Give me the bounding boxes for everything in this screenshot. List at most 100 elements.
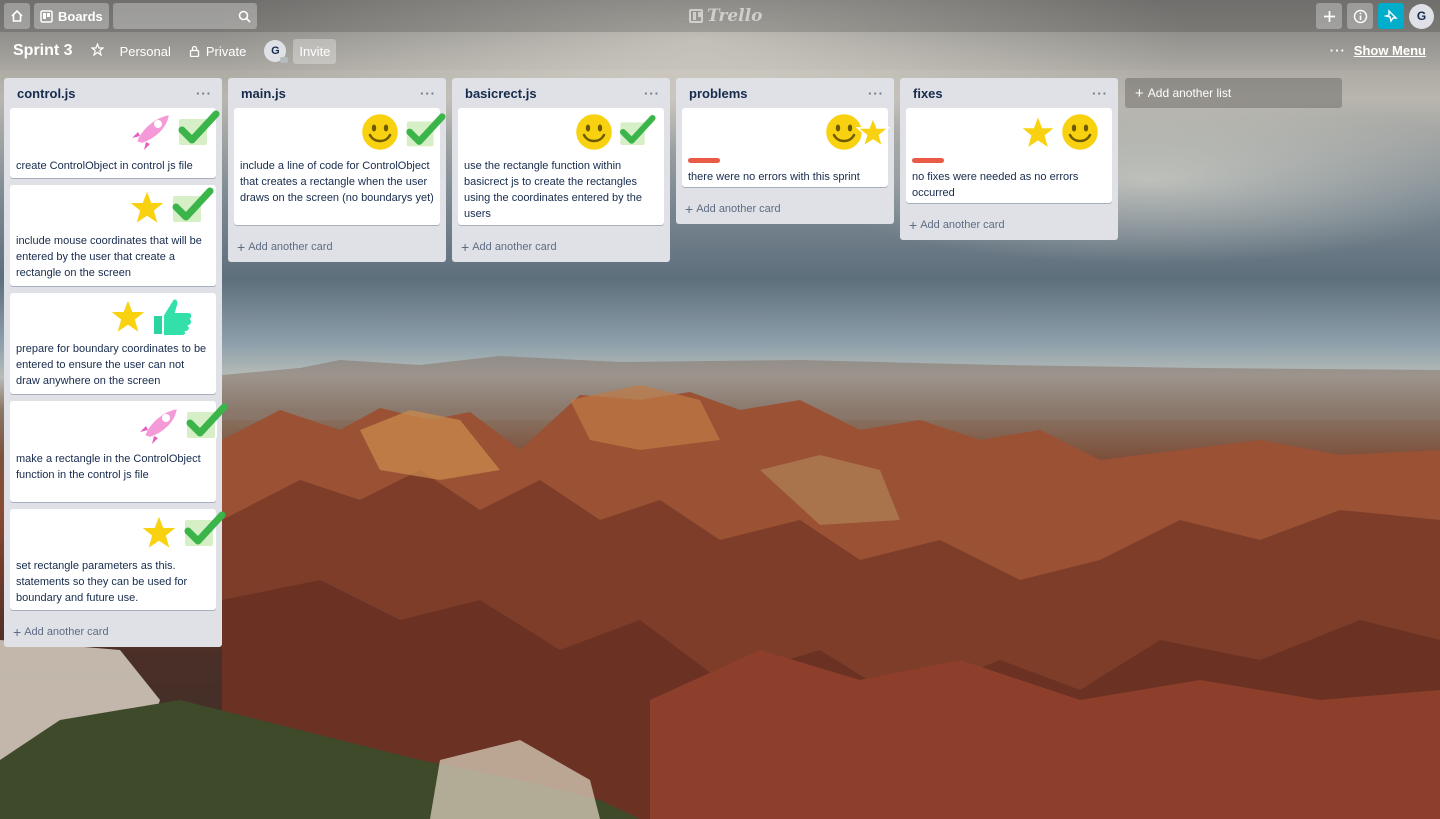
check-icon xyxy=(183,511,226,548)
add-card-button[interactable]: + Add another card xyxy=(10,617,216,647)
list-basicrect-js: basicrect.js ··· use the rectangle funct… xyxy=(452,78,670,262)
user-avatar[interactable]: G xyxy=(1409,3,1434,29)
check-icon xyxy=(177,110,220,147)
logo-text: Trello xyxy=(707,6,763,26)
add-card-button[interactable]: + Add another card xyxy=(682,194,888,224)
card-stickers xyxy=(130,110,220,150)
list-fixes: fixes ··· no fixes were needed as no err… xyxy=(900,78,1118,240)
list-title[interactable]: main.js xyxy=(241,86,286,101)
list-menu-icon[interactable]: ··· xyxy=(1092,86,1108,101)
bell-icon xyxy=(1384,9,1398,23)
card-stickers xyxy=(138,403,228,445)
list-title[interactable]: fixes xyxy=(913,86,943,101)
card-stickers xyxy=(126,187,214,227)
trello-logo[interactable]: Trello xyxy=(689,6,762,26)
boards-icon xyxy=(40,9,53,23)
thumbs-up-icon xyxy=(152,297,194,337)
star-sticker-icon xyxy=(126,187,168,227)
trello-logo-icon xyxy=(689,9,703,23)
plus-icon: + xyxy=(909,217,918,233)
plus-icon: + xyxy=(685,201,694,217)
card[interactable]: include a line of code for ControlObject… xyxy=(234,108,446,225)
top-header: Boards Trello G xyxy=(0,0,1440,32)
card[interactable]: set rectangle parameters as this. statem… xyxy=(10,509,226,610)
card[interactable]: make a rectangle in the ControlObject fu… xyxy=(10,401,228,502)
list-title[interactable]: problems xyxy=(689,86,748,101)
add-list-button[interactable]: + Add another list xyxy=(1125,78,1342,108)
info-icon xyxy=(1353,9,1367,23)
home-icon xyxy=(11,9,23,22)
star-sticker-icon xyxy=(856,115,890,149)
team-label: Personal xyxy=(119,43,171,59)
add-card-label: Add another card xyxy=(920,219,1005,231)
list-menu-icon[interactable]: ··· xyxy=(420,86,436,101)
invite-button[interactable]: Invite xyxy=(293,38,337,64)
member-avatar[interactable]: G xyxy=(264,40,289,63)
check-icon xyxy=(404,113,446,149)
board-title[interactable]: Sprint 3 xyxy=(13,42,73,60)
star-sticker-icon xyxy=(138,512,180,552)
smile-icon xyxy=(1059,111,1101,153)
list-problems: problems ··· there were no errors with t… xyxy=(676,78,894,224)
card-stickers xyxy=(138,511,226,553)
create-button[interactable] xyxy=(1316,3,1342,29)
star-board-button[interactable] xyxy=(89,42,105,59)
list-control-js: control.js ··· create ControlObject in c… xyxy=(4,78,228,647)
visibility-button[interactable]: Private xyxy=(189,44,246,59)
card-stickers xyxy=(572,110,656,154)
list-menu-icon[interactable]: ··· xyxy=(868,86,884,101)
smile-icon xyxy=(359,111,401,153)
rocket-icon xyxy=(140,406,180,444)
card[interactable]: there were no errors with this sprint xyxy=(682,108,890,187)
boards-button[interactable]: Boards xyxy=(34,3,109,29)
card-text: there were no errors with this sprint xyxy=(688,171,860,183)
check-icon xyxy=(618,115,656,147)
boards-label: Boards xyxy=(58,8,103,24)
card-text: no fixes were needed as no errors occurr… xyxy=(912,171,1079,199)
plus-icon: + xyxy=(461,239,470,255)
list-menu-icon[interactable]: ··· xyxy=(196,86,212,101)
card[interactable]: no fixes were needed as no errors occurr… xyxy=(906,108,1112,203)
add-card-button[interactable]: + Add another card xyxy=(234,232,440,262)
team-button[interactable]: Personal xyxy=(120,44,171,59)
plus-icon: + xyxy=(1135,84,1144,102)
card[interactable]: prepare for boundary coordinates to be e… xyxy=(10,293,216,394)
add-list-label: Add another list xyxy=(1147,86,1232,100)
star-sticker-icon xyxy=(1018,112,1058,152)
add-card-label: Add another card xyxy=(24,626,109,638)
lock-icon xyxy=(189,45,200,57)
show-menu-button[interactable]: Show Menu xyxy=(1354,43,1426,58)
card[interactable]: create ControlObject in control js file xyxy=(10,108,220,178)
check-icon xyxy=(185,403,228,440)
star-icon xyxy=(89,42,105,57)
search-icon xyxy=(238,10,251,23)
more-icon[interactable]: ··· xyxy=(1330,43,1346,58)
plus-icon: + xyxy=(13,624,22,640)
list-title[interactable]: control.js xyxy=(17,86,76,101)
add-card-button[interactable]: + Add another card xyxy=(458,232,664,262)
card[interactable]: use the rectangle function within basicr… xyxy=(458,108,664,225)
plus-icon xyxy=(1323,10,1335,22)
rocket-icon xyxy=(132,112,172,150)
notifications-button[interactable] xyxy=(1378,3,1404,29)
visibility-label: Private xyxy=(205,43,247,59)
list-menu-icon[interactable]: ··· xyxy=(644,86,660,101)
card-stickers xyxy=(358,110,446,154)
add-card-label: Add another card xyxy=(248,241,333,253)
add-card-label: Add another card xyxy=(696,203,781,215)
plus-icon: + xyxy=(237,239,246,255)
board-header: Sprint 3 Personal Private G Invite ··· S… xyxy=(0,32,1440,70)
card[interactable]: include mouse coordinates that will be e… xyxy=(10,185,216,286)
search-input[interactable] xyxy=(112,3,257,29)
star-sticker-icon xyxy=(107,296,149,336)
info-button[interactable] xyxy=(1347,3,1373,29)
check-icon xyxy=(171,187,214,224)
card-stickers xyxy=(822,110,890,154)
add-card-button[interactable]: + Add another card xyxy=(906,210,1112,240)
card-stickers xyxy=(1018,110,1102,154)
list-title[interactable]: basicrect.js xyxy=(465,86,537,101)
smile-icon xyxy=(573,111,615,153)
home-button[interactable] xyxy=(4,3,30,29)
card-stickers xyxy=(107,295,195,337)
list-main-js: main.js ··· include a line of code for C… xyxy=(228,78,446,262)
